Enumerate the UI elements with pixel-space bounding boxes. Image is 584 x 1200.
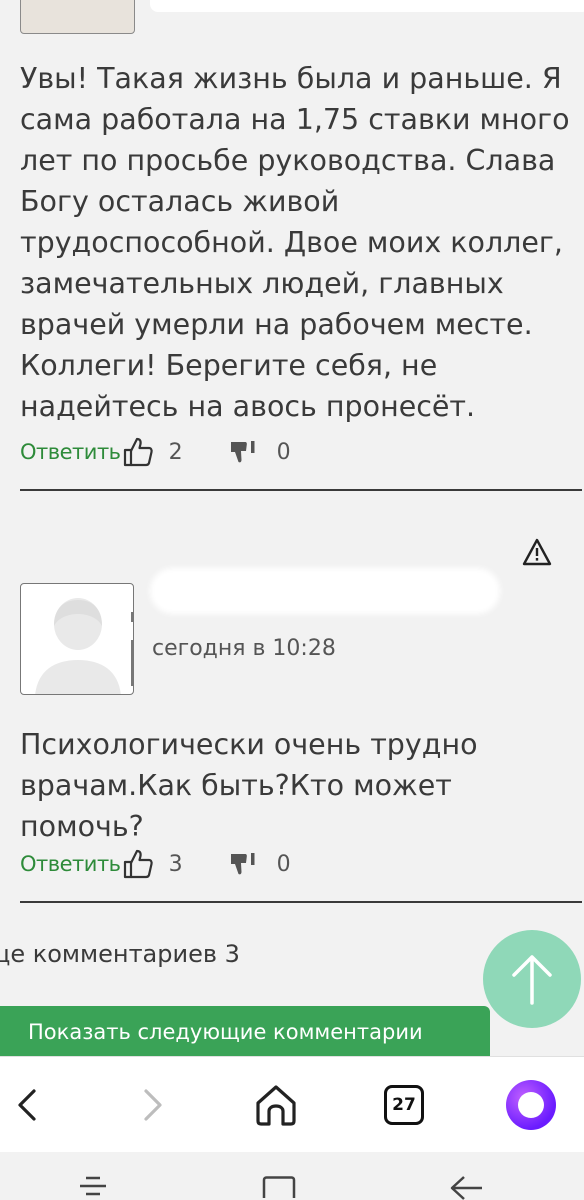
remaining-comments-count: це комментариев 3 (0, 940, 240, 968)
like-count: 3 (168, 851, 183, 877)
forward-button[interactable] (124, 1077, 180, 1133)
thumbs-up-icon[interactable] (121, 435, 155, 469)
like-count: 2 (168, 439, 183, 465)
previous-avatar-edge (20, 0, 135, 34)
comment-text: Увы! Такая жизнь была и раньше. Я сама р… (20, 62, 570, 423)
tabs-icon: 27 (384, 1085, 424, 1125)
home-button[interactable] (248, 1077, 304, 1133)
recents-icon[interactable] (78, 1174, 108, 1200)
dislike-count: 0 (276, 439, 291, 465)
author-name-redacted (150, 568, 500, 614)
avatar (20, 583, 134, 695)
previous-comment-fragment (0, 0, 584, 40)
tabs-button[interactable]: 27 (376, 1077, 432, 1133)
comment-divider (20, 901, 582, 903)
thumbs-down-icon[interactable] (229, 438, 261, 466)
previous-box-edge (150, 0, 584, 12)
back-button[interactable] (0, 1077, 56, 1133)
default-avatar-icon (35, 598, 121, 694)
scroll-to-top-button[interactable] (483, 930, 581, 1028)
avatar-separator (131, 612, 133, 622)
home-square-icon[interactable] (262, 1176, 296, 1200)
comment-timestamp: сегодня в 10:28 (152, 636, 336, 661)
arrow-up-icon (512, 955, 552, 1005)
alice-assistant-button[interactable] (503, 1077, 559, 1133)
system-navigation-bar (0, 1152, 584, 1200)
alice-inner-circle (518, 1092, 544, 1118)
comment-actions: Ответить 2 0 (20, 434, 291, 470)
show-next-comments-button[interactable]: Показать следующие комментарии (0, 1006, 490, 1060)
comment-actions: Ответить 3 0 (20, 846, 291, 882)
comment-text: Психологически очень трудно врачам.Как б… (20, 728, 478, 843)
reply-link[interactable]: Ответить (20, 852, 121, 876)
home-icon (256, 1085, 296, 1126)
back-icon (18, 1089, 36, 1121)
thumbs-down-icon[interactable] (229, 850, 261, 878)
avatar-separator (131, 640, 133, 686)
reply-link[interactable]: Ответить (20, 440, 121, 464)
forward-icon (144, 1089, 162, 1121)
report-warning-icon[interactable] (522, 538, 552, 566)
comment-divider (20, 489, 582, 491)
alice-assistant-icon (506, 1080, 556, 1130)
dislike-count: 0 (276, 851, 291, 877)
thumbs-up-icon[interactable] (121, 847, 155, 881)
back-nav-icon[interactable] (448, 1174, 484, 1200)
browser-toolbar: 27 (0, 1056, 584, 1152)
